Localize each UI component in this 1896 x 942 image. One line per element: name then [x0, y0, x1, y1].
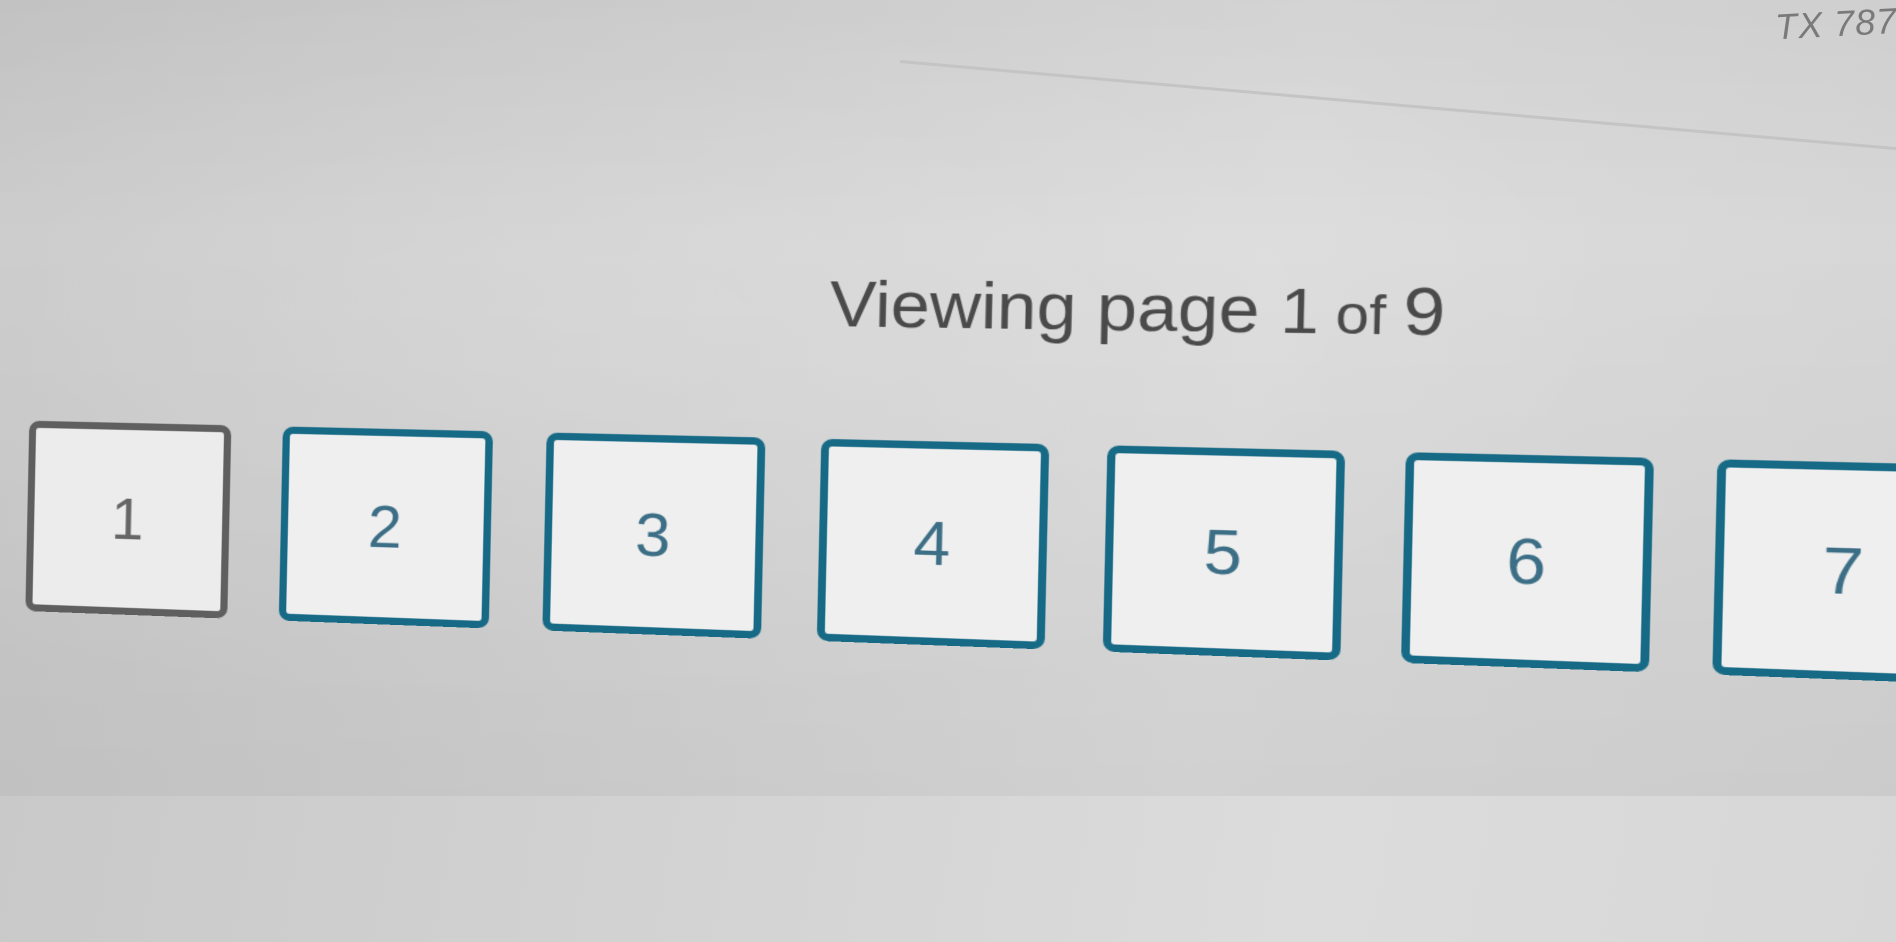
status-prefix: Viewing page — [829, 267, 1282, 349]
page-button-label: 3 — [634, 500, 672, 570]
page-button-label: 5 — [1202, 515, 1243, 589]
page-button-label: 4 — [912, 507, 952, 579]
page-button-3[interactable]: 3 — [542, 432, 766, 639]
page-button-6[interactable]: 6 — [1401, 452, 1654, 673]
page-button-label: 1 — [110, 485, 145, 553]
page-button-label: 7 — [1821, 533, 1866, 609]
page-button-4[interactable]: 4 — [816, 438, 1050, 650]
page-button-5[interactable]: 5 — [1102, 445, 1346, 661]
page-button-7[interactable]: 7 — [1712, 459, 1896, 685]
page-button-label: 6 — [1505, 524, 1548, 599]
pagination-controls: 1 2 3 4 5 6 7 8 9 › — [25, 420, 1896, 716]
total-pages-number: 9 — [1402, 273, 1447, 351]
page-button-2[interactable]: 2 — [278, 426, 494, 629]
status-of: of — [1318, 283, 1404, 347]
page-status-text: Viewing page 1 of 9 — [829, 266, 1446, 351]
pagination-area: Viewing page 1 of 9 1 2 3 4 5 6 7 8 9 › — [0, 0, 1896, 910]
page-button-1[interactable]: 1 — [25, 420, 232, 619]
page-button-label: 2 — [367, 492, 403, 561]
current-page-number: 1 — [1279, 275, 1320, 348]
